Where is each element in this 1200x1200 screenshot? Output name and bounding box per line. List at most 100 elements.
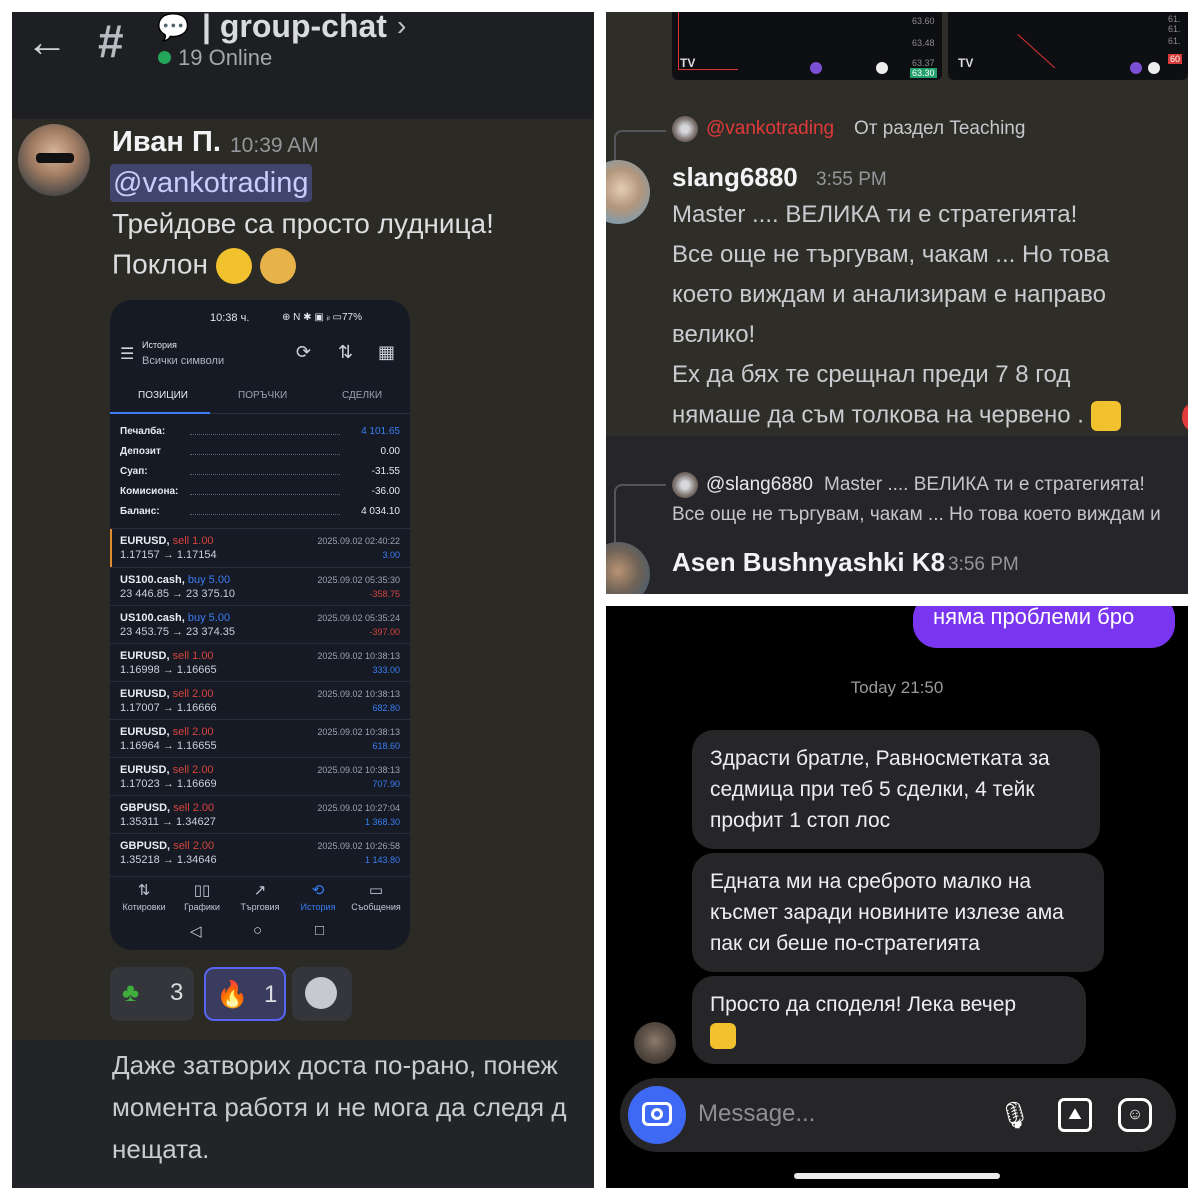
message-text: нещата. <box>112 1134 210 1164</box>
hash-icon: # <box>98 15 124 67</box>
reply-preview: От раздел Teaching <box>854 118 1026 139</box>
four-leaf-clover-icon: ♣ <box>122 977 140 1007</box>
hamburger-menu-icon: ☰ <box>120 346 135 363</box>
message-author[interactable]: Иван П. <box>112 126 221 159</box>
summary-row: Баланс: 4 034.10 <box>120 506 400 517</box>
message-time: 10:39 AM <box>230 134 319 157</box>
reply-avatar <box>672 116 698 142</box>
nav-quotes: ⇅ Котировки <box>114 881 174 912</box>
channel-header: ← # 💬 | group-chat › 19 Online <box>12 12 594 119</box>
online-status-dot <box>158 51 171 64</box>
reply-preview-2: Все още не търгувам, чакам ... Но това к… <box>672 504 1161 525</box>
deal-row: EURUSD, sell 2.00 1.17007 → 1.16666 2025.0… <box>110 681 410 719</box>
quotes-icon: ⇅ <box>137 882 151 899</box>
back-arrow-icon[interactable]: ← <box>26 18 68 66</box>
flag-icon <box>1148 62 1160 74</box>
deal-row: EURUSD, sell 1.00 1.16998 → 1.16665 2025.0… <box>110 643 410 681</box>
message-text: Трейдове са просто лудница! <box>112 208 494 239</box>
trading-app-screenshot[interactable]: 10:38 ч. ⊕ N ✱ ▣ ᵢₗ ▭77% ☰ История Всичк… <box>110 300 410 950</box>
message-text: което виждам и анализирам е направо <box>672 281 1106 308</box>
incoming-text: Просто да споделя! Лека вечер <box>710 993 1017 1016</box>
message-text: момента работя и не мога да следя д <box>112 1092 567 1122</box>
home-indicator <box>794 1173 1000 1179</box>
charts-icon: ▯▯ <box>193 882 211 899</box>
deal-row: EURUSD, sell 1.00 1.17157 → 1.17154 2025.0… <box>110 528 410 567</box>
message-time: 3:55 PM <box>816 169 887 190</box>
camera-button[interactable] <box>628 1086 686 1144</box>
incoming-message[interactable]: Просто да споделя! Лека вечер <box>692 976 1086 1064</box>
microphone-icon[interactable]: 🎙 <box>998 1100 1031 1130</box>
tradingview-chart-1[interactable]: TV 63.60 63.48 63.37 63.30 <box>672 12 942 80</box>
chart-line <box>678 12 679 70</box>
reply-mention[interactable]: @slang6880 <box>706 474 813 496</box>
discord-chat-panel: ← # 💬 | group-chat › 19 Online Иван П. 1… <box>12 12 594 1188</box>
incoming-text: Едната ми на среброто малко на късмет за… <box>710 870 1064 955</box>
instagram-dm-panel: няма проблеми бро Today 21:50 Здрасти бр… <box>606 606 1188 1188</box>
android-nav-bar: ◁ ○ □ <box>110 922 410 946</box>
message-text: велико! <box>672 321 756 348</box>
reaction-count: 3 <box>170 979 184 1006</box>
message-text: Все още не търгувам, чакам ... Но това <box>672 241 1110 268</box>
axis-tick: 63.60 <box>912 16 935 26</box>
gallery-icon[interactable]: ⛰ <box>1058 1098 1092 1132</box>
reply-avatar <box>672 472 698 498</box>
online-count: 19 Online <box>178 45 273 70</box>
reaction-fire[interactable]: 🔥 1 <box>204 967 286 1021</box>
message-text: Даже затворих доста по-рано, понеж <box>112 1050 558 1080</box>
reaction-count: 1 <box>264 981 278 1008</box>
trade-icon: ↗ <box>253 882 267 899</box>
message-time: 3:56 PM <box>948 554 1019 575</box>
avatar[interactable] <box>634 1022 676 1064</box>
sticker-icon[interactable]: ☺ <box>1118 1098 1152 1132</box>
message-2: Даже затворих доста по-рано, понеж момен… <box>12 1040 594 1188</box>
channel-title[interactable]: | group-chat <box>202 12 387 45</box>
chart-screenshots[interactable]: TV 63.60 63.48 63.37 63.30 TV 61. 61. 61… <box>672 12 1188 80</box>
discord-thread-panel: TV 63.60 63.48 63.37 63.30 TV 61. 61. 61… <box>606 12 1188 594</box>
message-author[interactable]: Asen Bushnyashki K8 <box>672 547 945 578</box>
chart-line <box>1017 34 1056 69</box>
message-text-bow: Поклон <box>112 248 208 280</box>
reaction-clover[interactable]: ♣ 3 <box>110 967 194 1021</box>
summary-row: Депозит 0.00 <box>120 446 400 457</box>
camera-lens <box>651 1108 663 1120</box>
nav-history: ⟲ История <box>288 881 348 912</box>
refresh-icon: ⟳ <box>296 342 312 362</box>
phone-status-icons: ⊕ N ✱ ▣ ᵢₗ ▭77% <box>282 312 363 323</box>
deal-row: GBPUSD, sell 2.00 1.35218 → 1.34646 2025.0… <box>110 833 410 871</box>
summary-row: Комисиона: -36.00 <box>120 486 400 497</box>
nav-charts: ▯▯ Графики <box>172 881 232 912</box>
tradingview-logo: TV <box>958 56 974 70</box>
reply-mention[interactable]: @vankotrading <box>706 118 834 140</box>
axis-tick: 61. <box>1168 36 1181 46</box>
chevron-right-icon[interactable]: › <box>397 12 406 42</box>
incoming-message[interactable]: Едната ми на среброто малко на късмет за… <box>692 853 1104 972</box>
sort-icon: ⇅ <box>338 342 354 362</box>
nav-messages: ▭ Съобщения <box>346 881 406 912</box>
incoming-message[interactable]: Здрасти братле, Равносметката за седмица… <box>692 730 1100 849</box>
message-author[interactable]: slang6880 <box>672 162 798 193</box>
lightning-icon <box>1130 62 1142 74</box>
timestamp: Today 21:50 <box>850 678 944 697</box>
user-mention[interactable]: @vankotrading <box>110 164 312 202</box>
tab-deals: СДЕЛКИ <box>342 390 383 401</box>
avatar-sunglasses <box>36 153 74 163</box>
nav-back-icon: ◁ <box>190 923 202 940</box>
deal-row: EURUSD, sell 2.00 1.17023 → 1.16669 2025.0… <box>110 757 410 795</box>
messages-icon: ▭ <box>368 882 384 899</box>
smiley-icon <box>305 977 337 1009</box>
tradingview-chart-2[interactable]: TV 61. 61. 61. 60 <box>948 12 1188 80</box>
add-reaction-button[interactable] <box>292 967 352 1021</box>
message-input[interactable]: Message... <box>698 1100 815 1128</box>
nav-home-icon: ○ <box>253 922 263 939</box>
phone-clock: 10:38 ч. <box>210 312 250 324</box>
nav-recents-icon: □ <box>315 922 325 939</box>
deal-row: US100.cash, buy 5.00 23 446.85 → 23 375.1… <box>110 567 410 605</box>
outgoing-message[interactable]: няма проблеми бро <box>913 606 1175 648</box>
tab-orders: ПОРЪЧКИ <box>238 390 288 401</box>
history-label: История <box>142 340 177 350</box>
message-text: Master .... ВЕЛИКА ти е стратегията! <box>672 201 1078 228</box>
outgoing-text: няма проблеми бро <box>933 606 1135 629</box>
nav-trade: ↗ Търговия <box>230 881 290 912</box>
tradingview-logo: TV <box>680 56 696 70</box>
deal-row: GBPUSD, sell 2.00 1.35311 → 1.34627 2025.0… <box>110 795 410 833</box>
